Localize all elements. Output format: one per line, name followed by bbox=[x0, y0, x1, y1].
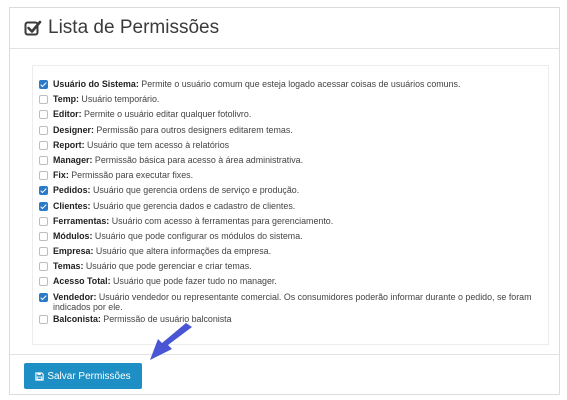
permission-label: Temas: Usuário que pode gerenciar e cria… bbox=[53, 261, 252, 271]
permission-checkbox[interactable] bbox=[39, 277, 48, 287]
permission-label: Módulos: Usuário que pode configurar os … bbox=[53, 231, 303, 241]
permission-description: Usuário temporário. bbox=[78, 94, 160, 105]
permission-label: Acesso Total: Usuário que pode fazer tud… bbox=[53, 276, 277, 286]
permission-item: Fix: Permissão para executar fixes. bbox=[39, 170, 548, 181]
permission-label: Empresa: Usuário que altera informações … bbox=[53, 246, 271, 256]
pointer-arrow-icon bbox=[150, 323, 192, 360]
permission-description: Usuário que altera informações da empres… bbox=[93, 246, 272, 257]
permission-description: Usuário vendedor ou representante comerc… bbox=[53, 291, 532, 312]
permission-checkbox[interactable] bbox=[39, 171, 48, 181]
permission-description: Usuário que gerencia dados e cadastro de… bbox=[90, 200, 296, 211]
permission-label: Editor: Permite o usuário editar qualque… bbox=[53, 109, 251, 119]
permission-label: Clientes: Usuário que gerencia dados e c… bbox=[53, 201, 295, 211]
permission-checkbox[interactable] bbox=[39, 110, 48, 120]
save-permissions-button[interactable]: Salvar Permissões bbox=[24, 363, 142, 389]
permission-label: Usuário do Sistema: Permite o usuário co… bbox=[53, 79, 460, 89]
permission-list: Usuário do Sistema: Permite o usuário co… bbox=[32, 65, 549, 345]
permission-name: Empresa: bbox=[53, 246, 94, 257]
permission-description: Permite o usuário editar qualquer fotoli… bbox=[81, 109, 252, 120]
permission-name: Vendedor: bbox=[53, 291, 97, 302]
permission-item: Acesso Total: Usuário que pode fazer tud… bbox=[39, 276, 548, 287]
permission-item: Editor: Permite o usuário editar qualque… bbox=[39, 109, 548, 120]
permissions-panel: Lista de Permissões Usuário do Sistema: … bbox=[9, 7, 560, 395]
permission-item: Módulos: Usuário que pode configurar os … bbox=[39, 231, 548, 241]
permission-label: Balconista: Permissão de usuário balconi… bbox=[53, 314, 232, 324]
page-title: Lista de Permissões bbox=[48, 17, 220, 38]
permission-item: Vendedor: Usuário vendedor ou representa… bbox=[39, 292, 548, 312]
permission-name: Clientes: bbox=[53, 200, 91, 211]
permission-name: Manager: bbox=[53, 154, 93, 165]
permission-item: Report: Usuário que tem acesso à relatór… bbox=[39, 140, 548, 150]
permission-name: Report: bbox=[53, 139, 85, 150]
permission-item: Ferramentas: Usuário com acesso à ferram… bbox=[39, 216, 548, 226]
permission-name: Módulos: bbox=[53, 230, 93, 241]
permission-checkbox[interactable] bbox=[39, 80, 48, 89]
permission-item: Usuário do Sistema: Permite o usuário co… bbox=[39, 79, 548, 89]
permission-label: Ferramentas: Usuário com acesso à ferram… bbox=[53, 216, 333, 226]
permission-description: Permissão básica para acesso à área admi… bbox=[92, 154, 304, 165]
permission-name: Fix: bbox=[53, 170, 69, 181]
permission-description: Usuário que tem acesso à relatórios bbox=[84, 139, 230, 150]
permission-label: Vendedor: Usuário vendedor ou representa… bbox=[53, 292, 548, 312]
permission-item: Manager: Permissão básica para acesso à … bbox=[39, 155, 548, 165]
checkbox-checked-icon bbox=[24, 20, 42, 36]
permission-name: Balconista: bbox=[53, 313, 101, 324]
permission-description: Usuário que pode fazer tudo no manager. bbox=[110, 276, 277, 287]
permission-checkbox[interactable] bbox=[39, 231, 48, 241]
permission-name: Usuário do Sistema: bbox=[53, 79, 139, 89]
permission-item: Temas: Usuário que pode gerenciar e cria… bbox=[39, 261, 548, 272]
permission-description: Permissão para outros designers editarem… bbox=[93, 124, 293, 135]
permission-description: Usuário com acesso à ferramentas para ge… bbox=[109, 215, 334, 226]
permission-checkbox[interactable] bbox=[39, 125, 48, 135]
permission-checkbox[interactable] bbox=[39, 292, 48, 302]
permission-label: Fix: Permissão para executar fixes. bbox=[53, 170, 193, 180]
permission-name: Ferramentas: bbox=[53, 215, 110, 226]
permission-description: Usuário que pode gerenciar e criar temas… bbox=[83, 261, 252, 272]
permission-item: Designer: Permissão para outros designer… bbox=[39, 125, 548, 135]
permission-description: Permite o usuário comum que esteja logad… bbox=[138, 79, 461, 89]
permission-item: Clientes: Usuário que gerencia dados e c… bbox=[39, 201, 548, 211]
permission-label: Report: Usuário que tem acesso à relatór… bbox=[53, 140, 229, 150]
permission-item: Empresa: Usuário que altera informações … bbox=[39, 246, 548, 257]
permission-checkbox[interactable] bbox=[39, 140, 48, 150]
permission-checkbox[interactable] bbox=[39, 155, 48, 165]
permission-name: Temp: bbox=[53, 94, 79, 105]
permission-checkbox[interactable] bbox=[39, 247, 48, 257]
permission-item: Pedidos: Usuário que gerencia ordens de … bbox=[39, 185, 548, 196]
permission-label: Temp: Usuário temporário. bbox=[53, 94, 159, 104]
permission-checkbox[interactable] bbox=[39, 186, 48, 196]
permission-checkbox[interactable] bbox=[39, 262, 48, 272]
panel-header: Lista de Permissões bbox=[10, 8, 559, 49]
permission-label: Designer: Permissão para outros designer… bbox=[53, 125, 293, 135]
permission-name: Editor: bbox=[53, 109, 82, 120]
permission-description: Usuário que pode configurar os módulos d… bbox=[92, 230, 303, 241]
permission-description: Permissão para executar fixes. bbox=[68, 170, 194, 181]
permission-description: Usuário que gerencia ordens de serviço e… bbox=[90, 185, 300, 196]
permission-item: Balconista: Permissão de usuário balconi… bbox=[39, 314, 548, 324]
save-button-label: Salvar Permissões bbox=[47, 370, 131, 382]
permission-label: Manager: Permissão básica para acesso à … bbox=[53, 155, 303, 165]
permission-name: Acesso Total: bbox=[53, 276, 111, 287]
permission-name: Pedidos: bbox=[53, 185, 91, 196]
permission-name: Designer: bbox=[53, 124, 94, 135]
permission-item: Temp: Usuário temporário. bbox=[39, 94, 548, 105]
panel-footer: Salvar Permissões bbox=[10, 354, 559, 389]
permission-label: Pedidos: Usuário que gerencia ordens de … bbox=[53, 185, 299, 195]
permission-checkbox[interactable] bbox=[39, 314, 48, 324]
permission-checkbox[interactable] bbox=[39, 216, 48, 226]
permission-name: Temas: bbox=[53, 261, 84, 272]
permission-checkbox[interactable] bbox=[39, 201, 48, 211]
floppy-disk-icon bbox=[35, 371, 44, 381]
permission-checkbox[interactable] bbox=[39, 95, 48, 105]
